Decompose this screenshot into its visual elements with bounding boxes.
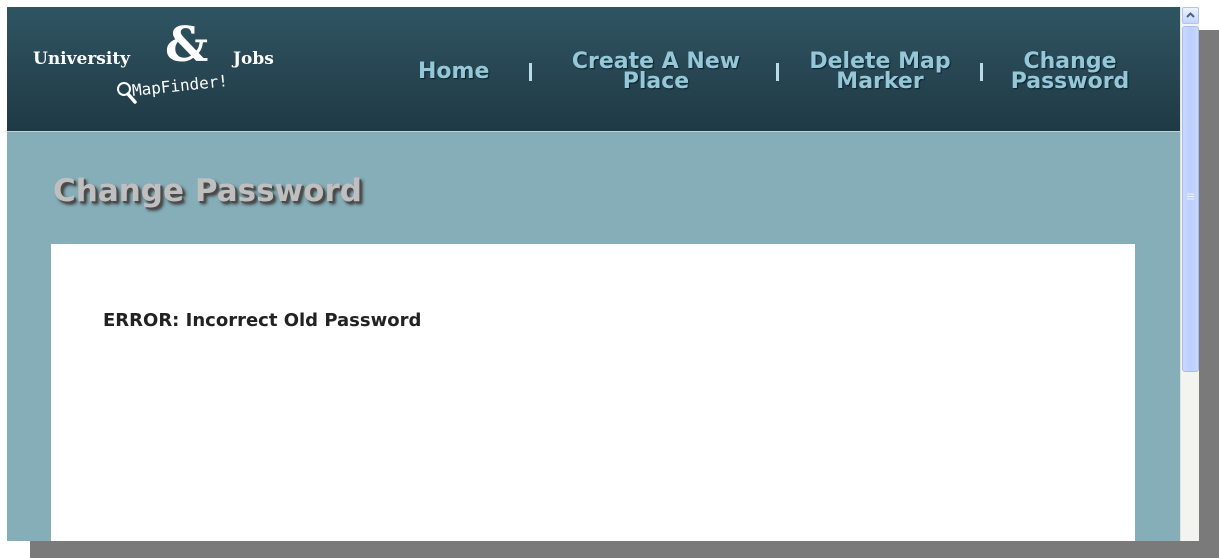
error-message: ERROR: Incorrect Old Password [103, 310, 422, 331]
chevron-up-icon [1186, 12, 1195, 18]
content-panel: ERROR: Incorrect Old Password [51, 244, 1135, 541]
nav-separator [529, 63, 532, 81]
nav-create-new-place[interactable]: Create A New Place [568, 51, 744, 94]
site-header: University & Jobs MapFinder! Home Create… [7, 7, 1180, 132]
nav-change-line2: Password [1010, 69, 1130, 94]
browser-page: University & Jobs MapFinder! Home Create… [0, 0, 1219, 558]
nav-separator [776, 63, 779, 81]
nav-create-line2: Place [622, 69, 690, 94]
nav-home-label: Home [418, 59, 490, 84]
browser-window: University & Jobs MapFinder! Home Create… [7, 7, 1199, 541]
scroll-up-button[interactable] [1182, 7, 1199, 24]
nav-separator [980, 63, 983, 81]
main-nav: Home Create A New Place Delete Map Marke… [7, 7, 1180, 131]
grip-icon [1187, 193, 1194, 200]
vertical-scrollbar[interactable] [1180, 7, 1199, 541]
nav-delete-line2: Marker [836, 69, 924, 94]
nav-home[interactable]: Home [418, 59, 490, 84]
nav-change-password[interactable]: Change Password [1006, 51, 1134, 94]
scroll-thumb[interactable] [1182, 26, 1199, 372]
page-title: Change Password [53, 173, 362, 209]
nav-delete-map-marker[interactable]: Delete Map Marker [806, 51, 954, 94]
